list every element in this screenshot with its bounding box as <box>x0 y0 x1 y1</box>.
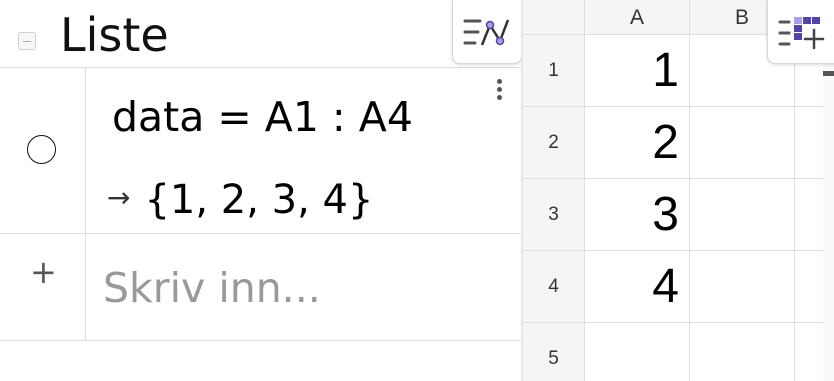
cell-a5[interactable] <box>585 323 690 381</box>
cell-b4[interactable] <box>690 251 795 323</box>
row-header-5[interactable]: 5 <box>523 323 585 381</box>
more-vertical-icon[interactable] <box>492 77 508 103</box>
row-header-4[interactable]: 4 <box>523 251 585 323</box>
add-icon[interactable]: + <box>30 256 57 288</box>
spreadsheet-view-toggle-button[interactable] <box>767 0 834 64</box>
row-header-2[interactable]: 2 <box>523 107 585 179</box>
cell-b3[interactable] <box>690 179 795 251</box>
algebra-view: Liste data = A1 : A4 → {1, 2, 3, 4} + Skr… <box>0 0 522 381</box>
cell-a4[interactable]: 4 <box>585 251 690 323</box>
algebra-input-row[interactable]: + Skriv inn... <box>0 234 521 341</box>
scrollbar-thumb[interactable] <box>823 71 834 76</box>
row-header-3[interactable]: 3 <box>523 179 585 251</box>
output-value: {1, 2, 3, 4} <box>144 177 374 223</box>
vertical-scrollbar[interactable] <box>823 63 834 381</box>
cell-b5[interactable] <box>690 323 795 381</box>
spreadsheet-view: A B 1 2 3 4 5 1 2 3 4 <box>523 0 834 381</box>
graphics-view-toggle-button[interactable] <box>452 0 522 64</box>
cell-a2[interactable]: 2 <box>585 107 690 179</box>
algebra-output: → {1, 2, 3, 4} <box>107 175 373 223</box>
algebra-input-expression[interactable]: data = A1 : A4 <box>112 94 413 140</box>
select-all-corner[interactable] <box>523 0 585 35</box>
cell-a1[interactable]: 1 <box>585 35 690 107</box>
cell-a3[interactable]: 3 <box>585 179 690 251</box>
row-header-1[interactable]: 1 <box>523 35 585 107</box>
graphics-view-icon <box>463 19 510 46</box>
spreadsheet-view-icon <box>778 17 825 50</box>
column-header-a[interactable]: A <box>585 0 690 35</box>
algebra-input-field[interactable]: Skriv inn... <box>103 265 321 311</box>
algebra-header: Liste <box>0 0 521 68</box>
collapse-icon[interactable] <box>18 32 36 50</box>
cell-b2[interactable] <box>690 107 795 179</box>
algebra-row[interactable]: data = A1 : A4 → {1, 2, 3, 4} <box>0 67 521 234</box>
visibility-toggle-icon[interactable] <box>27 135 56 164</box>
algebra-title: Liste <box>60 8 169 62</box>
output-arrow-icon: → <box>107 181 131 214</box>
